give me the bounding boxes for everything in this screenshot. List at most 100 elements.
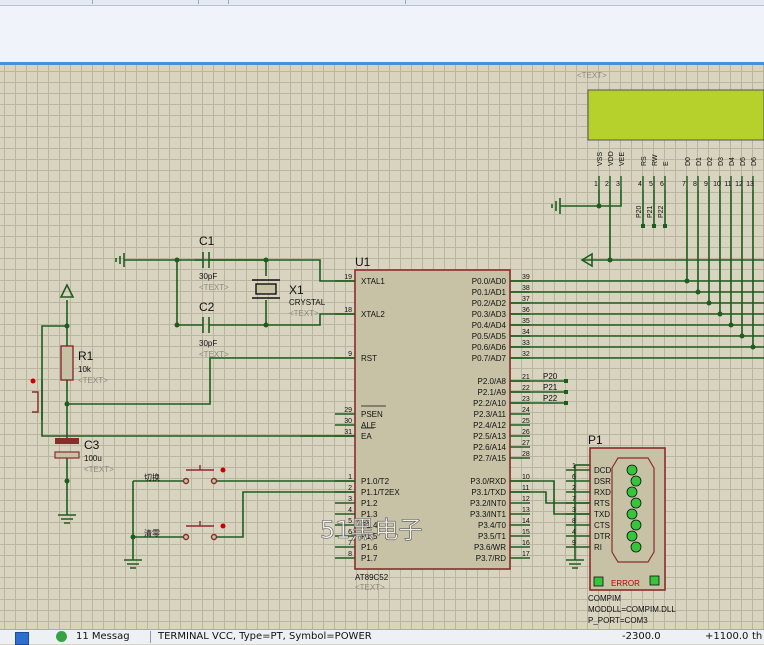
capacitor-c3-symbol[interactable]	[54, 438, 80, 459]
crystal-x1-symbol[interactable]	[252, 279, 280, 299]
u1-pin-number: 36	[522, 307, 530, 314]
u1-pin-name: P0.2/AD2	[472, 299, 507, 308]
lcd-pin-number: 4	[638, 181, 642, 188]
u1-pin-name: P0.4/AD4	[472, 321, 507, 330]
lcd-pin-name: VSS	[597, 152, 604, 166]
u1-pin-number: 32	[522, 351, 530, 358]
x1-ref: X1	[289, 283, 304, 297]
p1-ref: P1	[588, 433, 603, 447]
lcd-pin-number: 8	[693, 181, 697, 188]
c3-ref: C3	[84, 438, 100, 452]
power-terminal-icon	[59, 283, 75, 298]
x-coordinate: -2300.0	[622, 631, 661, 642]
y-coordinate: +1100.0	[705, 631, 749, 642]
u1-pin-number: 34	[522, 329, 530, 336]
c1-ref: C1	[199, 234, 215, 248]
lcd-net-label: P22	[658, 205, 665, 218]
status-bar: 11 Messag TERMINAL VCC, Type=PT, Symbol=…	[0, 629, 764, 645]
u1-pin-number: 30	[344, 418, 352, 425]
play-icon[interactable]	[15, 632, 29, 645]
capacitor-c2-symbol[interactable]	[195, 317, 217, 333]
resistor-r1-symbol[interactable]	[60, 345, 74, 381]
u1-pin-name: P1.1/T2EX	[361, 488, 400, 497]
u1-pin-number: 24	[522, 407, 530, 414]
r1-text-placeholder: <TEXT>	[78, 376, 108, 385]
schematic-canvas[interactable]: 19 XTAL1 18 XTAL2 9 RST 29 PSEN 30 ALE 31 EA 1 P1.0/T…	[0, 65, 764, 629]
c2-value: 30pF	[199, 339, 217, 348]
u1-pin-name: P3.0/RXD	[470, 477, 506, 486]
u1-pin-name: P1.0/T2	[361, 477, 390, 486]
compim-pin-indicator	[630, 519, 642, 531]
net-label-p21: P21	[543, 383, 558, 392]
schematic-drawing[interactable]: 19 XTAL118 XTAL29 RST29 PSEN30 ALE31 EA1 P1.0/T…	[0, 65, 764, 629]
u1-pin-number: 4	[348, 507, 352, 514]
p1-prop-2: MODDLL=COMPIM.DLL	[588, 605, 676, 614]
lcd-pin-name: D5	[740, 157, 747, 166]
lcd-pin-number: 1	[594, 181, 598, 188]
u1-pin-name: P2.6/A14	[473, 443, 506, 452]
r1-value: 10k	[78, 365, 92, 374]
status-properties: TERMINAL VCC, Type=PT, Symbol=POWER	[158, 631, 372, 642]
compim-pin-name: CTS	[594, 521, 610, 530]
u1-pin-name: P0.3/AD3	[472, 310, 507, 319]
u1-pin-name: P2.4/A12	[473, 421, 506, 430]
c1-value: 30pF	[199, 272, 217, 281]
u1-pin-number: 3	[348, 496, 352, 503]
u1-pin-number: 21	[522, 374, 530, 381]
compim-pin-indicator	[626, 530, 638, 542]
lcd-pin-number: 7	[682, 181, 686, 188]
compim-pin-name: TXD	[594, 510, 610, 519]
c3-text-placeholder: <TEXT>	[84, 465, 114, 474]
p1-prop-1: COMPIM	[588, 594, 621, 603]
u1-pin-number: 8	[348, 551, 352, 558]
u1-pin-number: 10	[522, 474, 530, 481]
watermark: 51黑电子	[320, 516, 423, 544]
u1-pin-name: P3.7/RD	[476, 554, 506, 563]
compim-pin-indicator	[630, 475, 642, 487]
compim-pin-name: RTS	[594, 499, 610, 508]
lcd-pin-name: D3	[718, 157, 725, 166]
r1-ref: R1	[78, 349, 94, 363]
compim-pin-indicator	[626, 486, 638, 498]
messages-icon[interactable]	[56, 631, 67, 642]
lcd-screen[interactable]	[587, 89, 764, 141]
u1-pin-number: 11	[522, 485, 529, 492]
compim-pin-number: 6	[572, 474, 576, 481]
u1-pin-name: P1.2	[361, 499, 378, 508]
u1-pin-name: P0.1/AD1	[472, 288, 507, 297]
lcd-pin-number: 2	[605, 181, 609, 188]
compim-pin-number: 4	[572, 529, 576, 536]
reset-button-symbol[interactable]	[30, 378, 39, 413]
toolbar-strip	[0, 0, 764, 6]
u1-pin-name: P2.7/A15	[473, 454, 506, 463]
lcd-pin-name: D4	[729, 157, 736, 166]
u1-pin-number: 12	[522, 496, 530, 503]
c2-ref: C2	[199, 300, 215, 314]
u1-pin-name: XTAL2	[361, 310, 385, 319]
u1-pin-name: P3.5/T1	[478, 532, 507, 541]
c2-text-placeholder: <TEXT>	[199, 350, 229, 359]
lcd-pin-number: 13	[746, 181, 754, 188]
compim-pin-indicator	[630, 497, 642, 509]
u1-part: AT89C52	[355, 573, 389, 582]
u1-pin-name: RST	[361, 354, 377, 363]
compim-led-right	[649, 575, 660, 586]
messages-count[interactable]: 11 Messag	[76, 631, 130, 642]
x1-text-placeholder: <TEXT>	[289, 309, 319, 318]
compim-pin-name: RI	[594, 543, 602, 552]
lcd-pin-number: 12	[735, 181, 743, 188]
u1-pin-name: P3.4/T0	[478, 521, 507, 530]
lcd-pin-name: D6	[751, 157, 758, 166]
u1-pin-number: 22	[522, 385, 530, 392]
lcd-pin-number: 10	[713, 181, 721, 188]
u1-pin-number: 27	[522, 440, 530, 447]
u1-pin-number: 13	[522, 507, 530, 514]
toolbar-area	[0, 0, 764, 63]
lcd-pin-name: RW	[652, 154, 659, 166]
u1-pin-name: P3.6/WR	[474, 543, 506, 552]
compim-error-text: ERROR	[611, 579, 640, 588]
u1-pin-number: 37	[522, 296, 530, 303]
u1-pin-number: 15	[522, 529, 530, 536]
x1-value: CRYSTAL	[289, 298, 326, 307]
u1-pin-name: P0.0/AD0	[472, 277, 507, 286]
